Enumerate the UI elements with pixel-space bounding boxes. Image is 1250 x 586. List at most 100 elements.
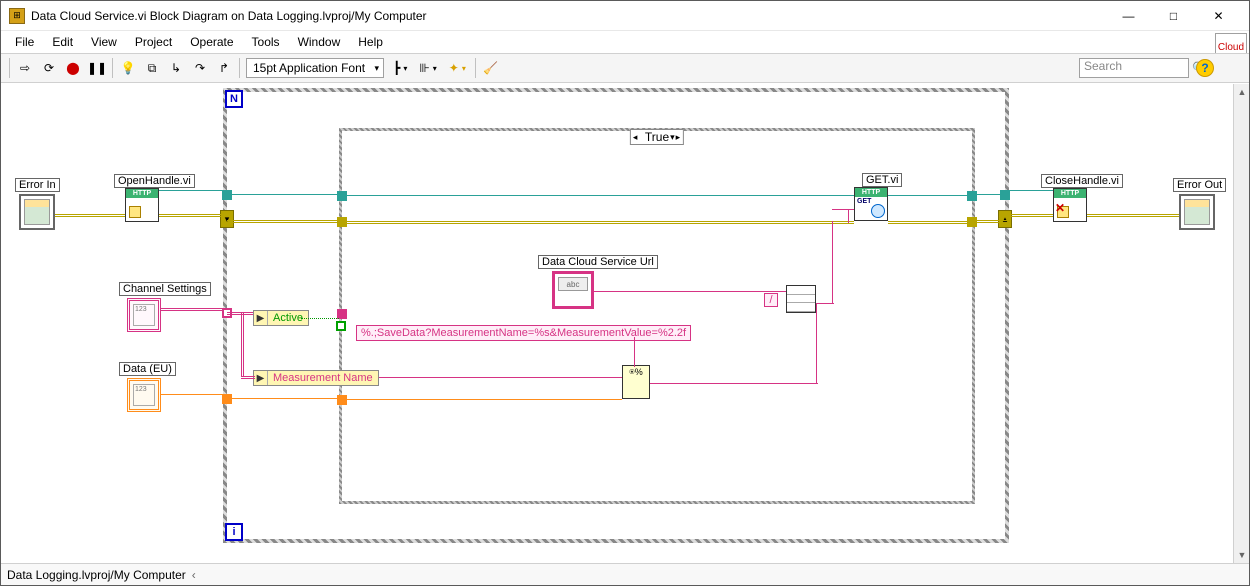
url-control[interactable]: abc <box>552 271 594 309</box>
titlebar: ⊞ Data Cloud Service.vi Block Diagram on… <box>1 1 1249 31</box>
close-x-icon: ✕ <box>1055 201 1065 215</box>
wire-close-errout <box>1087 214 1179 217</box>
wire-name-in <box>342 377 622 378</box>
shift-reg-left[interactable] <box>220 210 234 228</box>
case-tunnel-http-out <box>967 191 977 201</box>
step-into-button[interactable]: ↳ <box>167 59 185 77</box>
minimize-button[interactable]: — <box>1106 1 1151 30</box>
tunnel-http-out <box>1000 190 1010 200</box>
distribute-menu[interactable]: ⊪ <box>416 61 439 75</box>
menu-operate[interactable]: Operate <box>182 33 241 51</box>
window-title: Data Cloud Service.vi Block Diagram on D… <box>31 9 1106 23</box>
error-in-terminal[interactable] <box>19 194 55 230</box>
vertical-scrollbar[interactable]: ▲ ▼ <box>1233 84 1249 563</box>
align-menu[interactable]: ┣ <box>390 61 410 75</box>
wire-value-in <box>342 399 622 400</box>
abort-button[interactable]: ⬤ <box>64 59 82 77</box>
scroll-up-icon[interactable]: ▲ <box>1234 84 1250 100</box>
format-into-string-node[interactable]: ⍟% <box>622 365 650 399</box>
status-nav-left[interactable]: ‹ <box>192 568 196 582</box>
shift-reg-right[interactable] <box>998 210 1012 228</box>
wire-get-in <box>848 209 849 223</box>
open-handle-label: OpenHandle.vi <box>114 174 195 188</box>
block-diagram-canvas[interactable]: Error In OpenHandle.vi HTTP N i True <box>1 84 1233 563</box>
unbundle-active[interactable]: ▶Active <box>253 310 309 326</box>
close-handle-label: CloseHandle.vi <box>1041 174 1123 188</box>
case-tunnel-cluster <box>337 309 347 319</box>
close-handle-node[interactable]: HTTP ✕ <box>1053 188 1087 222</box>
menu-project[interactable]: Project <box>127 33 180 51</box>
wire-errin-open <box>55 214 125 217</box>
menu-view[interactable]: View <box>83 33 125 51</box>
case-structure[interactable]: True Data Cloud Service Url abc / GET.vi <box>339 128 975 504</box>
open-handle-node[interactable]: HTTP <box>125 188 159 222</box>
pause-button[interactable]: ❚❚ <box>88 59 106 77</box>
wire-chset-loop <box>161 308 223 311</box>
case-tunnel-err-in <box>337 217 347 227</box>
run-button[interactable]: ⇨ <box>16 59 34 77</box>
reorder-menu[interactable]: ✦ <box>446 61 469 75</box>
error-in-label: Error In <box>15 178 60 192</box>
unbundle-name[interactable]: ▶Measurement Name <box>253 370 379 386</box>
wire-err-thru <box>342 221 854 224</box>
wire-concat-get-v <box>832 221 833 303</box>
highlight-exec-button[interactable]: 💡 <box>119 59 137 77</box>
search-input[interactable]: Search <box>1079 58 1189 78</box>
case-tunnel-err-out <box>967 217 977 227</box>
slash-constant[interactable]: / <box>764 293 778 307</box>
concat-strings-node[interactable] <box>786 285 816 313</box>
menu-file[interactable]: File <box>7 33 42 51</box>
case-tunnel-http-in <box>337 191 347 201</box>
wire-concat-out <box>816 303 834 304</box>
loop-n-terminal[interactable]: N <box>225 90 243 108</box>
open-handle-icon <box>129 206 141 218</box>
channel-settings-terminal[interactable]: 123 <box>127 298 161 332</box>
http-badge: HTTP <box>1054 189 1086 198</box>
close-button[interactable]: ✕ <box>1196 1 1241 30</box>
get-text: GET <box>857 198 871 205</box>
wire-open-loop-http <box>159 190 223 191</box>
loop-i-terminal[interactable]: i <box>225 523 243 541</box>
error-out-terminal[interactable] <box>1179 194 1215 230</box>
wire-data-case <box>227 398 339 399</box>
font-selector[interactable]: 15pt Application Font <box>246 58 384 78</box>
data-eu-terminal[interactable]: 123 <box>127 378 161 412</box>
get-node[interactable]: HTTP GET <box>854 187 888 221</box>
error-out-label: Error Out <box>1173 178 1226 192</box>
case-selector-terminal <box>336 321 346 331</box>
step-over-button[interactable]: ↷ <box>191 59 209 77</box>
retain-wire-button[interactable]: ⧉ <box>143 59 161 77</box>
format-string-constant[interactable]: %.;SaveData?MeasurementName=%s&Measureme… <box>356 325 691 341</box>
http-badge: HTTP <box>855 188 887 197</box>
wire-loop-http <box>227 194 339 195</box>
http-badge: HTTP <box>126 189 158 198</box>
menu-help[interactable]: Help <box>350 33 391 51</box>
wire-http-thru2 <box>888 195 972 196</box>
case-tunnel-data <box>337 395 347 405</box>
status-path: Data Logging.lvproj/My Computer <box>7 568 186 582</box>
tunnel-data-in <box>222 394 232 404</box>
wire-loop-close-err <box>1009 214 1053 217</box>
tunnel-cluster-in <box>222 308 232 318</box>
wire-loop-close-http <box>1009 190 1053 191</box>
data-eu-label: Data (EU) <box>119 362 176 376</box>
while-loop[interactable]: N i True Data Cloud Service Url abc <box>223 88 1009 543</box>
menu-edit[interactable]: Edit <box>44 33 81 51</box>
maximize-button[interactable]: □ <box>1151 1 1196 30</box>
cleanup-button[interactable]: 🧹 <box>482 59 500 77</box>
wire-get-in-h <box>832 209 854 210</box>
case-selector[interactable]: True <box>630 129 684 145</box>
wire-fmt-concat-v <box>816 303 817 383</box>
wire-data-loop <box>161 394 223 395</box>
app-icon: ⊞ <box>9 8 25 24</box>
menu-tools[interactable]: Tools <box>244 33 288 51</box>
run-cont-button[interactable]: ⟳ <box>40 59 58 77</box>
scroll-down-icon[interactable]: ▼ <box>1234 547 1250 563</box>
wire-err-thru2 <box>888 221 972 224</box>
help-button[interactable]: ? <box>1196 59 1214 77</box>
channel-settings-label: Channel Settings <box>119 282 211 296</box>
step-out-button[interactable]: ↱ <box>215 59 233 77</box>
wire-cluster-split <box>241 312 244 376</box>
menu-window[interactable]: Window <box>290 33 349 51</box>
wire-url-concat <box>594 291 786 292</box>
